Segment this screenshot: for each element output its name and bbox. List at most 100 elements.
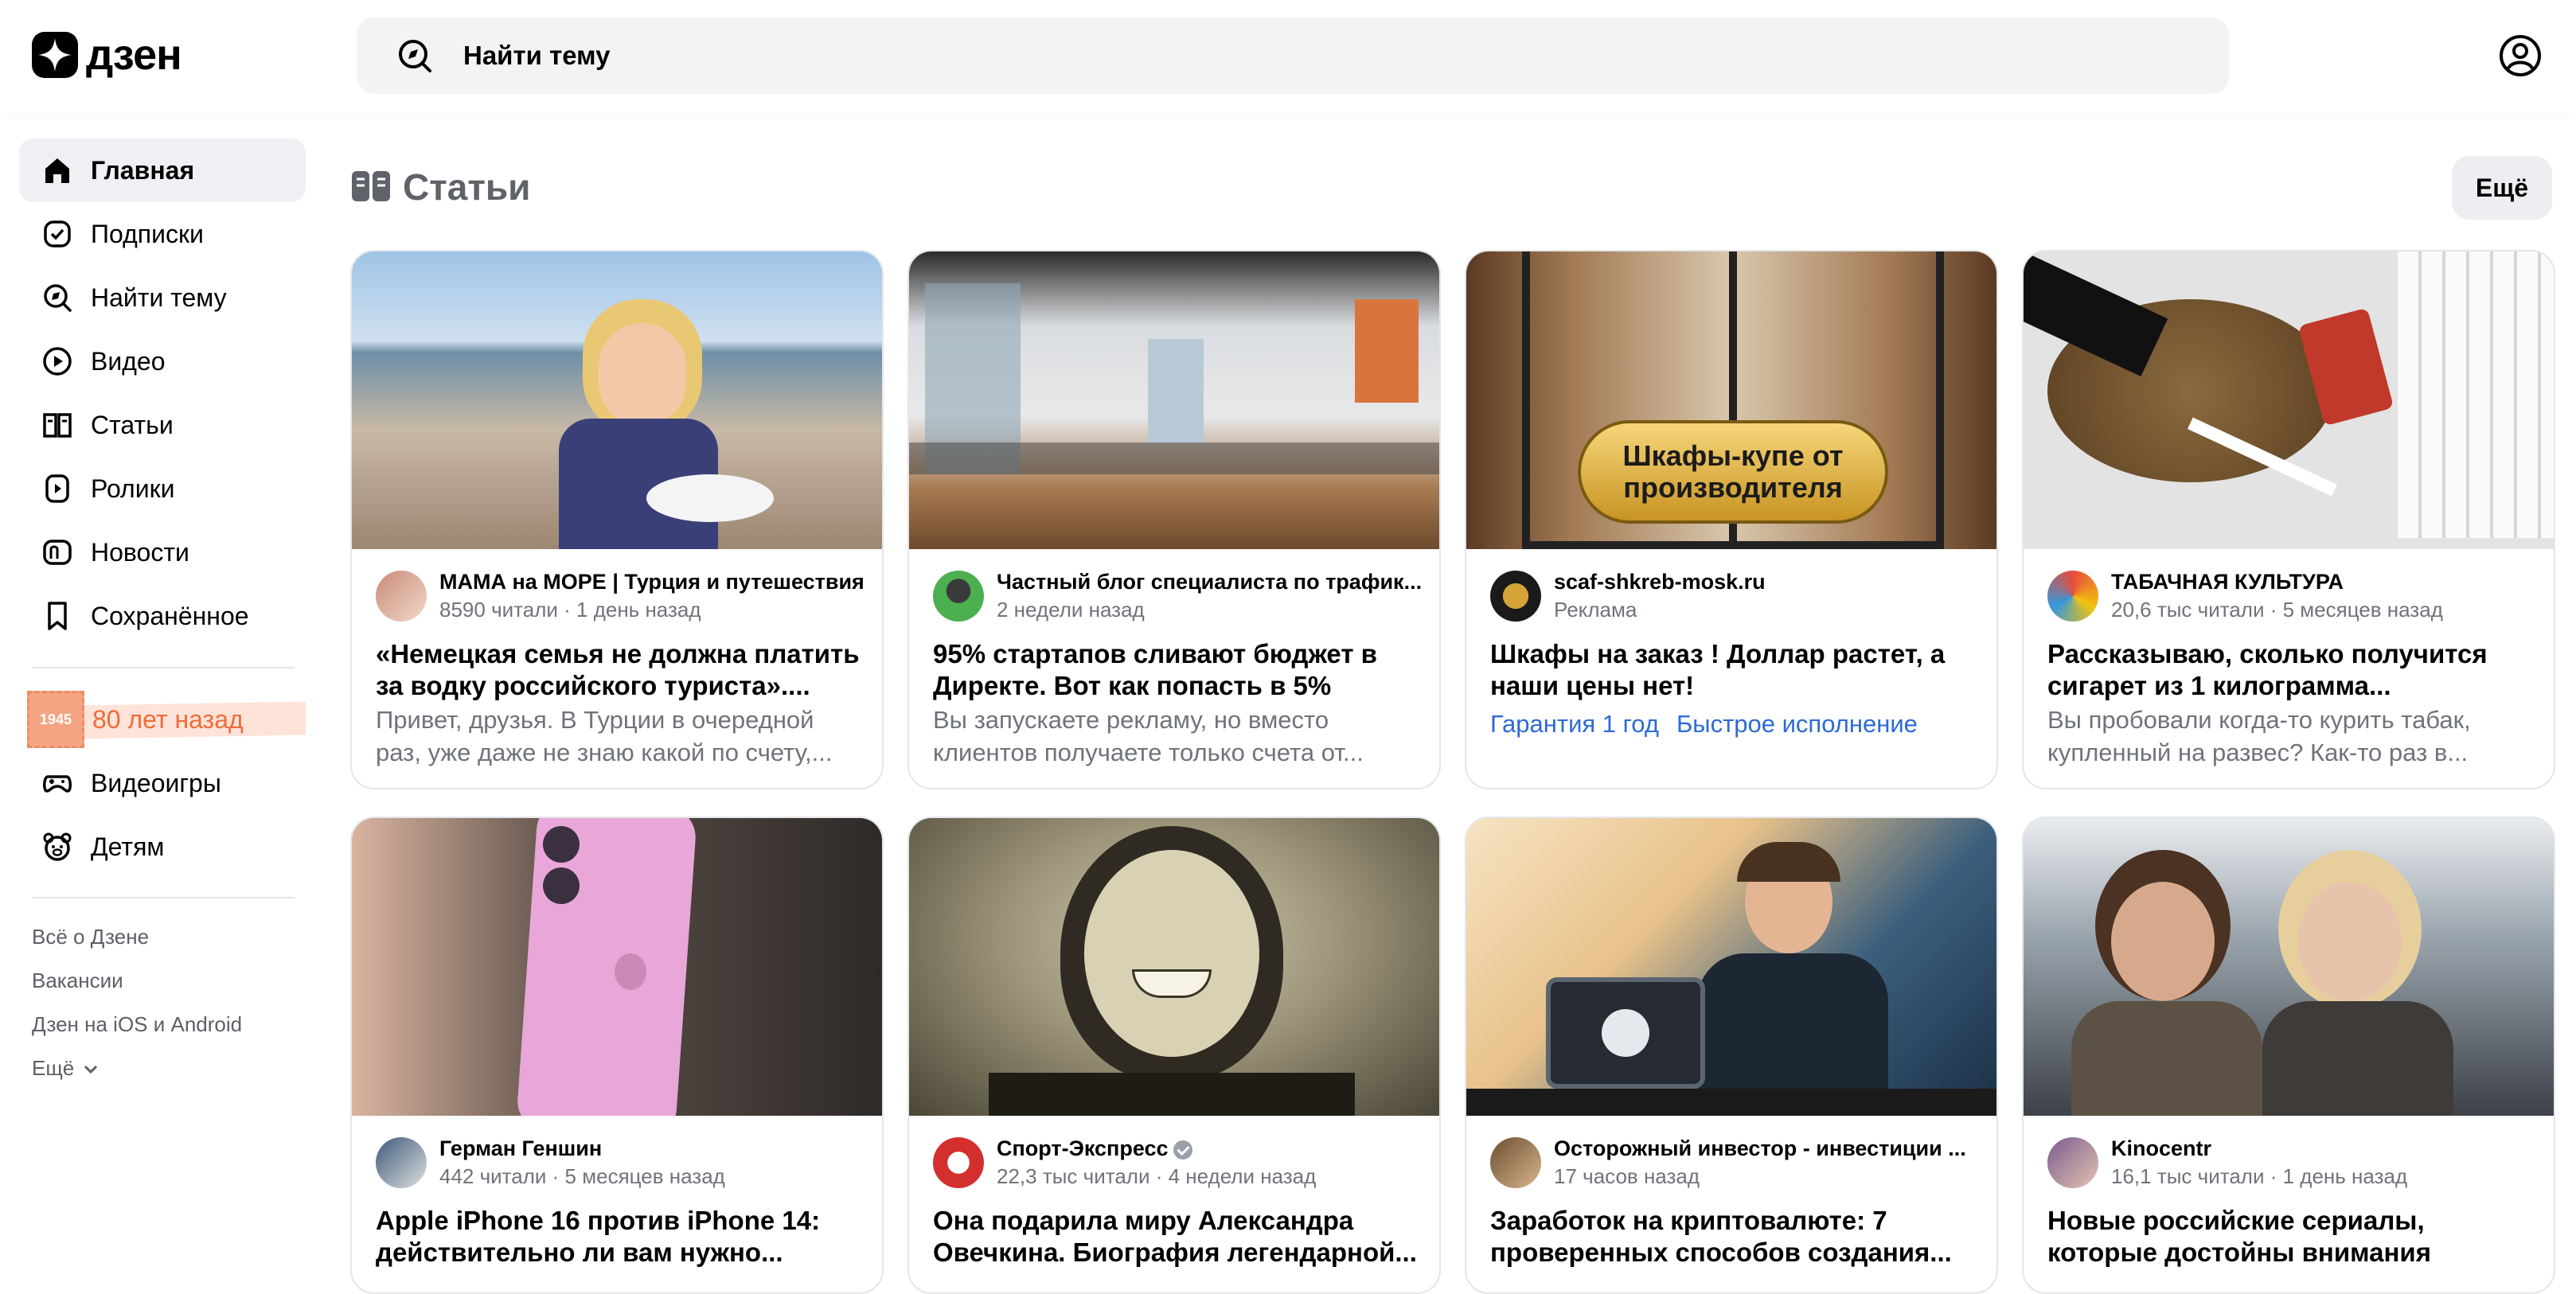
channel-name-text: Спорт-Экспресс [997, 1136, 1169, 1160]
profile-icon[interactable] [2498, 33, 2543, 78]
channel-avatar[interactable] [376, 571, 427, 622]
ad-title[interactable]: Шкафы на заказ ! Доллар растет, а наши ц… [1490, 638, 1976, 702]
sidebar-item-saved[interactable]: Сохранённое [19, 584, 306, 648]
book-icon [40, 407, 75, 442]
advertiser-avatar[interactable] [1490, 571, 1541, 622]
footer-link-apps[interactable]: Дзен на iOS и Android [32, 1012, 242, 1037]
sidebar-item-80-years-ago[interactable]: 1945 80 лет назад [27, 689, 306, 750]
footer-link-about[interactable]: Всё о Дзене [32, 925, 149, 949]
chevron-down-icon [84, 1065, 98, 1074]
channel-name[interactable]: Kinocentr [2111, 1136, 2541, 1161]
sidebar-item-kids[interactable]: Детям [19, 815, 306, 879]
shorts-icon [40, 471, 75, 506]
sidebar-divider [32, 667, 295, 668]
channel-meta: МАМА на МОРЕ | Турция и путешествия 8590… [376, 570, 869, 622]
sidebar-item-news[interactable]: Новости [19, 520, 306, 584]
article-title[interactable]: Apple iPhone 16 против iPhone 14: действ… [376, 1205, 861, 1269]
search-input[interactable]: Найти тему [463, 41, 611, 71]
channel-avatar[interactable] [933, 1137, 984, 1188]
sidebar-item-label: Статьи [91, 410, 174, 439]
sidebar-item-label: 80 лет назад [92, 704, 244, 734]
ad-card[interactable]: Шкафы-купе от производителя scaf-shkreb-… [1465, 250, 1998, 789]
channel-stats: 16,1 тыс читали · 1 день назад [2111, 1164, 2408, 1188]
stamp-icon: 1945 [27, 691, 84, 748]
compass-icon [40, 280, 75, 315]
article-title[interactable]: 95% стартапов сливают бюджет в Директе. … [933, 638, 1419, 702]
sidebar-item-label: Детям [91, 832, 165, 861]
article-card[interactable]: Герман Геншин 442 читали · 5 месяцев наз… [350, 817, 884, 1294]
sidebar-item-shorts[interactable]: Ролики [19, 457, 306, 520]
article-card[interactable]: МАМА на МОРЕ | Турция и путешествия 8590… [350, 250, 884, 789]
advertiser-name[interactable]: scaf-shkreb-mosk.ru [1554, 570, 1984, 594]
subscriptions-icon [40, 216, 75, 251]
ad-link-fast[interactable]: Быстрое исполнение [1676, 710, 1918, 739]
sidebar-item-find-topic[interactable]: Найти тему [19, 266, 306, 329]
article-title[interactable]: Рассказываю, сколько получится сигарет и… [2047, 638, 2533, 702]
logo-text: дзен [86, 31, 182, 79]
article-title[interactable]: Заработок на криптовалюте: 7 проверенных… [1490, 1205, 1976, 1269]
channel-avatar[interactable] [2047, 1137, 2098, 1188]
channel-name[interactable]: Спорт-Экспресс [997, 1136, 1427, 1161]
channel-stats: 2 недели назад [997, 598, 1145, 622]
bookmark-icon [40, 598, 75, 633]
sidebar-item-label: Видеоигры [91, 768, 221, 797]
channel-stats: 20,6 тыс читали · 5 месяцев назад [2111, 598, 2443, 622]
gamepad-icon [40, 766, 75, 801]
channel-stats: 8590 читали · 1 день назад [439, 598, 701, 622]
search-bar[interactable]: Найти тему [357, 18, 2229, 94]
sidebar-item-home[interactable]: Главная [19, 138, 306, 202]
channel-avatar[interactable] [2047, 571, 2098, 622]
channel-stats: 17 часов назад [1554, 1164, 1700, 1188]
article-snippet: Привет, друзья. В Турции в очередной раз… [376, 706, 833, 766]
article-title[interactable]: Она подарила миру Александра Овечкина. Б… [933, 1205, 1419, 1269]
sidebar-item-label: Сохранённое [91, 601, 249, 630]
ad-label: Реклама [1554, 598, 1637, 622]
footer-more-button[interactable]: Ещё [32, 1056, 100, 1081]
channel-meta: Kinocentr 16,1 тыс читали · 1 день назад [2047, 1136, 2541, 1189]
article-card[interactable]: Частный блог специалиста по трафик... 2 … [907, 250, 1441, 789]
sidebar-item-videogames[interactable]: Видеоигры [19, 751, 306, 815]
channel-name[interactable]: ТАБАЧНАЯ КУЛЬТУРА [2111, 570, 2541, 594]
ad-link-guarantee[interactable]: Гарантия 1 год [1490, 710, 1659, 739]
more-button[interactable]: Ещё [2452, 156, 2552, 220]
stamp-text: 1945 [39, 711, 72, 727]
sidebar-item-subscriptions[interactable]: Подписки [19, 202, 306, 266]
channel-name[interactable]: Осторожный инвестор - инвестиции ... [1554, 1136, 1984, 1161]
channel-avatar[interactable] [376, 1137, 427, 1188]
article-image [2024, 251, 2554, 549]
article-snippet: Вы запускаете рекламу, но вместо клиенто… [933, 706, 1364, 766]
channel-meta: Осторожный инвестор - инвестиции ... 17 … [1490, 1136, 1984, 1189]
bear-icon [40, 829, 75, 864]
home-icon [40, 153, 75, 188]
verified-icon [1173, 1140, 1192, 1160]
ad-image: Шкафы-купе от производителя [1466, 251, 1996, 549]
channel-avatar[interactable] [933, 571, 984, 622]
article-title[interactable]: «Немецкая семья не должна платить за вод… [376, 638, 861, 702]
channel-avatar[interactable] [1490, 1137, 1541, 1188]
article-card[interactable]: Kinocentr 16,1 тыс читали · 1 день назад… [2022, 817, 2555, 1294]
section-title-text: Статьи [403, 166, 531, 208]
sidebar-item-label: Найти тему [91, 283, 227, 312]
article-image [909, 818, 1439, 1116]
article-title[interactable]: Новые российские сериалы, которые достой… [2047, 1205, 2533, 1269]
sidebar-item-video[interactable]: Видео [19, 329, 306, 393]
sidebar-item-articles[interactable]: Статьи [19, 393, 306, 457]
play-icon [40, 344, 75, 379]
article-image [909, 251, 1439, 549]
ad-banner: Шкафы-купе от производителя [1578, 420, 1888, 524]
top-header: дзен Найти тему [0, 0, 2576, 113]
article-snippet: Вы пробовали когда-то курить табак, купл… [2047, 706, 2471, 766]
articles-icon [352, 171, 390, 201]
article-card[interactable]: ТАБАЧНАЯ КУЛЬТУРА 20,6 тыс читали · 5 ме… [2022, 250, 2555, 789]
article-card[interactable]: Спорт-Экспресс 22,3 тыс читали · 4 недел… [907, 817, 1441, 1294]
channel-meta: Спорт-Экспресс 22,3 тыс читали · 4 недел… [933, 1136, 1427, 1189]
sidebar-item-label: Подписки [91, 219, 204, 248]
dzen-logo[interactable]: дзен [32, 30, 182, 80]
article-card[interactable]: Осторожный инвестор - инвестиции ... 17 … [1465, 817, 1998, 1294]
channel-name[interactable]: Герман Геншин [439, 1136, 869, 1161]
footer-link-jobs[interactable]: Вакансии [32, 969, 123, 993]
channel-name[interactable]: МАМА на МОРЕ | Турция и путешествия [439, 570, 869, 594]
channel-meta: scaf-shkreb-mosk.ru Реклама [1490, 570, 1984, 622]
channel-name[interactable]: Частный блог специалиста по трафик... [997, 570, 1427, 594]
channel-stats: 442 читали · 5 месяцев назад [439, 1164, 725, 1188]
